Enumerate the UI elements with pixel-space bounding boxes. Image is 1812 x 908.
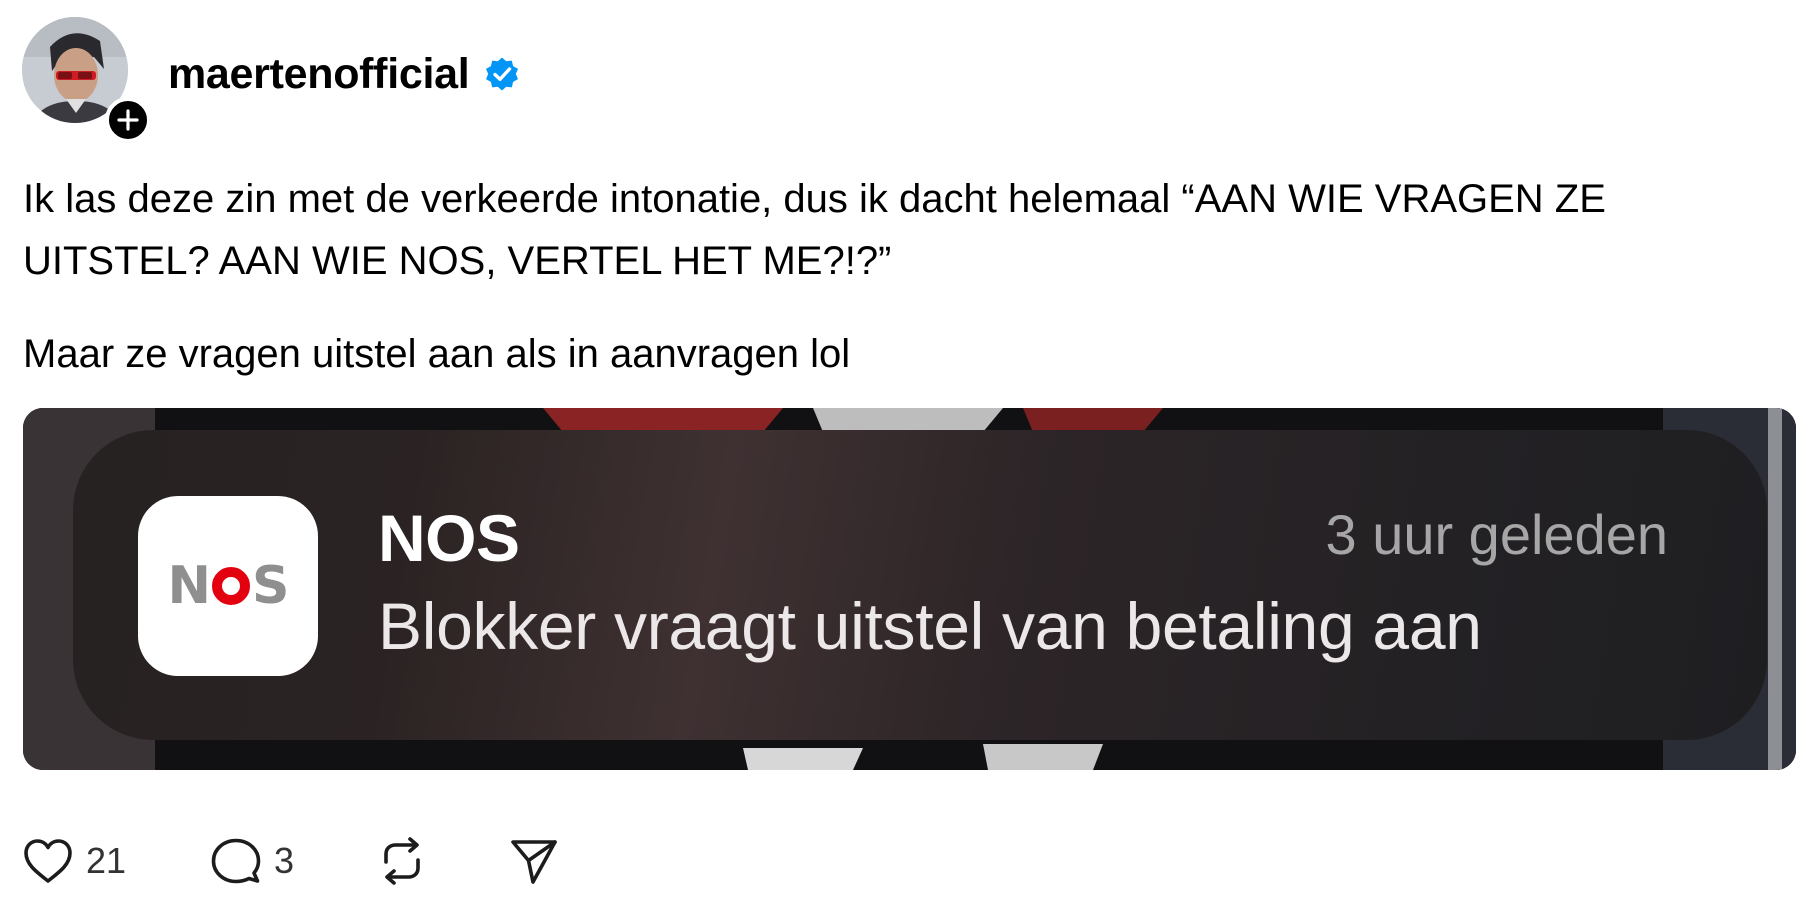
author-header: maertenofficial — [168, 46, 521, 102]
post-image[interactable]: NS NOS 3 uur geleden Blokker vraagt uits… — [23, 408, 1796, 770]
share-button[interactable] — [508, 836, 560, 886]
notification-banner — [73, 430, 1767, 740]
post-text: Ik las deze zin met de verkeerde intonat… — [23, 168, 1793, 385]
reply-button[interactable]: 3 — [210, 836, 376, 886]
post-paragraph: Ik las deze zin met de verkeerde intonat… — [23, 177, 1606, 283]
username[interactable]: maertenofficial — [168, 50, 470, 99]
notification-app-name: NOS — [378, 501, 520, 575]
repost-icon — [384, 837, 420, 885]
follow-button[interactable] — [105, 97, 151, 143]
avatar-container[interactable] — [22, 17, 151, 143]
repost-button[interactable] — [376, 836, 508, 886]
nos-app-icon: NS — [138, 496, 318, 676]
post: maertenofficial Ik las deze zin met de v… — [0, 0, 1812, 908]
image-edge-strip — [1768, 408, 1782, 770]
comment-bubble-icon — [211, 838, 261, 884]
like-button[interactable]: 21 — [22, 837, 210, 885]
action-bar: 21 3 — [22, 834, 560, 888]
reply-count: 3 — [274, 840, 295, 881]
notification-message: Blokker vraagt uitstel van betaling aan — [378, 589, 1482, 663]
heart-icon — [24, 839, 72, 883]
plus-icon — [117, 109, 139, 131]
like-count: 21 — [86, 840, 127, 881]
nos-logo: NS — [167, 556, 290, 616]
notification-time: 3 uur geleden — [1325, 503, 1668, 566]
verified-badge-icon — [483, 55, 521, 93]
send-icon — [511, 840, 557, 884]
post-paragraph: Maar ze vragen uitstel aan als in aanvra… — [23, 332, 851, 376]
